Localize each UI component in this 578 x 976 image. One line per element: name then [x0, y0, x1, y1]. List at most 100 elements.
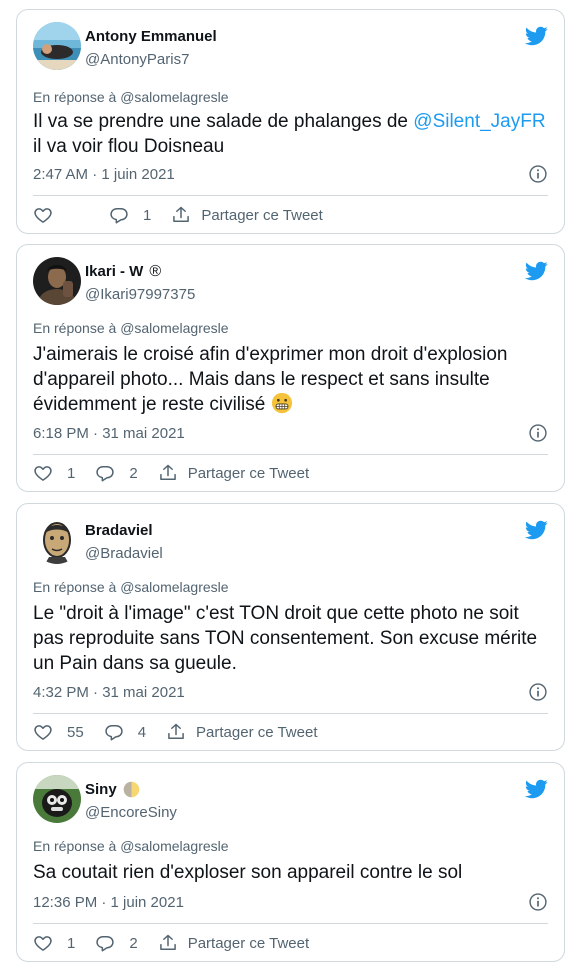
avatar-drawn-portrait — [33, 516, 81, 564]
share-label: Partager ce Tweet — [196, 723, 318, 741]
reply-button[interactable]: 2 — [95, 463, 138, 483]
divider — [33, 923, 548, 924]
info-icon[interactable] — [528, 682, 548, 702]
author-name[interactable]: Bradaviel — [85, 521, 153, 540]
info-icon[interactable] — [528, 892, 548, 912]
avatar-mascot-photo — [33, 775, 81, 823]
heart-icon — [33, 933, 53, 953]
info-icon[interactable] — [528, 164, 548, 184]
author-line: Ikari - W ® — [85, 262, 161, 281]
reply-mention[interactable]: @salomelagresle — [120, 579, 228, 595]
reply-context: En réponse à @salomelagresle — [33, 88, 229, 106]
share-icon — [166, 722, 186, 742]
registered-badge: ® — [149, 262, 162, 280]
tweet-card[interactable]: Bradaviel @Bradaviel En réponse à @salom… — [16, 503, 565, 751]
avatar[interactable] — [33, 516, 81, 564]
tweet-card[interactable]: Siny @EncoreSiny En réponse à @salomelag… — [16, 762, 565, 962]
author-handle[interactable]: @Ikari97997375 — [85, 285, 195, 304]
divider — [33, 195, 548, 196]
mention-link[interactable]: @Silent_JayFR — [413, 111, 545, 132]
author-line: Bradaviel — [85, 521, 153, 540]
reply-prefix: En réponse à — [33, 838, 117, 854]
author-name[interactable]: Siny — [85, 780, 117, 799]
avatar[interactable] — [33, 775, 81, 823]
reply-context: En réponse à @salomelagresle — [33, 319, 229, 337]
author-line: Siny — [85, 780, 140, 799]
like-button[interactable]: 1 — [33, 933, 75, 953]
avatar[interactable] — [33, 257, 81, 305]
tweet-card[interactable]: Antony Emmanuel @AntonyParis7 En réponse… — [16, 9, 565, 234]
heart-icon — [33, 463, 53, 483]
first-quarter-moon-icon — [123, 781, 139, 798]
like-button[interactable]: 55 — [33, 722, 84, 742]
like-button[interactable] — [33, 205, 67, 225]
like-count: 55 — [67, 723, 84, 741]
author-handle[interactable]: @EncoreSiny — [85, 803, 177, 822]
like-button[interactable]: 1 — [33, 463, 75, 483]
grimacing-face-emoji-icon — [271, 392, 292, 414]
action-bar: 1 Partager ce Tweet — [33, 203, 343, 227]
reply-context: En réponse à @salomelagresle — [33, 578, 229, 596]
timestamp[interactable]: 2:47 AM · 1 juin 2021 — [33, 165, 175, 184]
share-button[interactable]: Partager ce Tweet — [158, 933, 309, 953]
tweet-text: Sa coutait rien d'exploser son appareil … — [33, 862, 463, 883]
avatar-person-photo — [33, 257, 81, 305]
heart-icon — [33, 722, 53, 742]
twitter-bird-icon[interactable] — [524, 777, 548, 801]
author-line: Antony Emmanuel — [85, 27, 217, 46]
reply-button[interactable]: 4 — [104, 722, 146, 742]
share-button[interactable]: Partager ce Tweet — [166, 722, 318, 742]
author-handle[interactable]: @AntonyParis7 — [85, 50, 189, 69]
tweet-text-part: Il va se prendre une salade de phalanges… — [33, 111, 414, 132]
reply-bubble-icon — [95, 933, 115, 953]
reply-count: 2 — [129, 934, 138, 952]
timestamp[interactable]: 12:36 PM · 1 juin 2021 — [33, 893, 184, 912]
reply-prefix: En réponse à — [33, 320, 117, 336]
share-button[interactable]: Partager ce Tweet — [171, 205, 323, 225]
share-label: Partager ce Tweet — [187, 464, 310, 482]
action-bar: 55 4 Partager ce Tweet — [33, 720, 338, 744]
reply-context: En réponse à @salomelagresle — [33, 837, 229, 855]
reply-bubble-icon — [109, 205, 129, 225]
divider — [33, 713, 548, 714]
tweet-card[interactable]: Ikari - W ® @Ikari97997375 En réponse à … — [16, 244, 565, 492]
reply-mention[interactable]: @salomelagresle — [120, 838, 228, 854]
like-count: 1 — [67, 934, 76, 952]
reply-bubble-icon — [104, 722, 124, 742]
share-button[interactable]: Partager ce Tweet — [158, 463, 309, 483]
reply-mention[interactable]: @salomelagresle — [120, 320, 228, 336]
twitter-bird-icon[interactable] — [524, 24, 548, 48]
tweet-text: J'aimerais le croisé afin d'exprimer mon… — [33, 342, 548, 417]
reply-bubble-icon — [95, 463, 115, 483]
heart-icon — [33, 205, 53, 225]
author-name[interactable]: Antony Emmanuel — [85, 27, 217, 46]
reply-mention[interactable]: @salomelagresle — [120, 89, 228, 105]
divider — [33, 454, 548, 455]
share-icon — [158, 933, 178, 953]
like-count: 1 — [67, 464, 76, 482]
reply-count: 1 — [143, 206, 152, 224]
action-bar: 1 2 Partager ce Tweet — [33, 461, 329, 485]
info-icon[interactable] — [528, 423, 548, 443]
tweet-text-part: il va voir flou Doisneau — [33, 136, 225, 157]
reply-button[interactable]: 2 — [95, 933, 138, 953]
share-label: Partager ce Tweet — [187, 934, 310, 952]
reply-button[interactable]: 1 — [109, 205, 151, 225]
reply-count: 2 — [129, 464, 138, 482]
reply-prefix: En réponse à — [33, 89, 117, 105]
action-bar: 1 2 Partager ce Tweet — [33, 931, 329, 955]
tweet-text: Le "droit à l'image" c'est TON droit que… — [33, 603, 538, 674]
timestamp[interactable]: 6:18 PM · 31 mai 2021 — [33, 424, 185, 443]
reply-count: 4 — [137, 723, 147, 741]
avatar-beach-photo — [33, 22, 81, 70]
twitter-bird-icon[interactable] — [524, 259, 548, 283]
avatar[interactable] — [33, 22, 81, 70]
author-handle[interactable]: @Bradaviel — [85, 544, 163, 563]
tweet-text: Il va se prendre une salade de phalanges… — [33, 109, 548, 159]
timestamp[interactable]: 4:32 PM · 31 mai 2021 — [33, 683, 185, 702]
author-name[interactable]: Ikari - W — [85, 262, 143, 281]
share-label: Partager ce Tweet — [201, 206, 323, 224]
twitter-bird-icon[interactable] — [524, 518, 548, 542]
share-icon — [158, 463, 178, 483]
reply-prefix: En réponse à — [33, 579, 117, 595]
